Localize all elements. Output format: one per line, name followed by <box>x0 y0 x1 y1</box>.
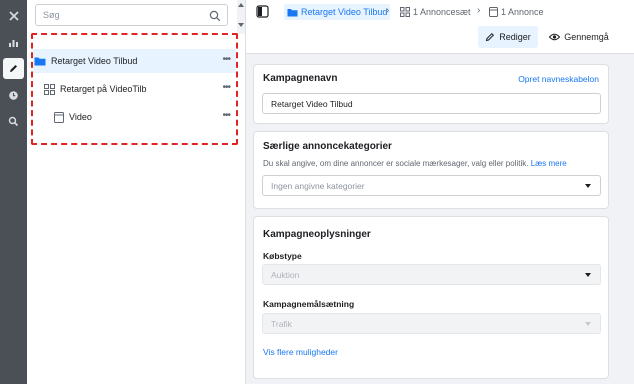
chevron-right-icon: › <box>477 5 481 16</box>
card-title: Særlige annoncekategorier <box>263 141 392 152</box>
folder-icon <box>287 8 298 17</box>
buy-type-value: Auktion <box>271 270 300 280</box>
edit-button-label: Rediger <box>499 32 531 42</box>
card-title: Kampagneoplysninger <box>263 229 371 240</box>
clock-icon[interactable] <box>3 85 24 106</box>
show-more-options-link[interactable]: Vis flere muligheder <box>263 347 338 357</box>
search-placeholder: Søg <box>43 10 60 20</box>
pencil-icon[interactable] <box>3 58 24 79</box>
icon-rail <box>0 0 27 384</box>
tree-item-label: Video <box>69 112 92 122</box>
main-content: Kampagnenavn Opret navneskabelon Retarge… <box>246 55 634 384</box>
breadcrumb-adset-label: 1 Annoncesæt <box>413 7 471 17</box>
campaign-name-card: Kampagnenavn Opret navneskabelon Retarge… <box>253 64 609 124</box>
breadcrumb-ad[interactable]: 1 Annonce <box>489 4 544 20</box>
breadcrumb-campaign[interactable]: Retarget Video Tilbud <box>284 4 391 20</box>
objective-label: Kampagnemålsætning <box>263 299 355 309</box>
ad-icon <box>54 111 64 123</box>
tree-item-ad[interactable]: Video ••• <box>33 105 236 129</box>
card-title: Kampagnenavn <box>263 73 338 84</box>
review-button-label: Gennemgå <box>564 32 609 42</box>
more-options-icon[interactable]: ••• <box>222 82 230 93</box>
scrollbar[interactable] <box>237 0 245 34</box>
objective-select[interactable]: Trafik <box>262 313 601 334</box>
special-categories-card: Særlige annoncekategorier Du skal angive… <box>253 131 609 209</box>
campaign-name-input[interactable]: Retarget Video Tilbud <box>262 93 601 114</box>
tree-item-campaign[interactable]: Retarget Video Tilbud ••• <box>33 49 236 73</box>
breadcrumb-ad-label: 1 Annonce <box>501 7 544 17</box>
close-icon[interactable] <box>3 5 24 26</box>
folder-icon <box>34 56 46 66</box>
buy-type-select[interactable]: Auktion <box>262 264 601 285</box>
more-options-icon[interactable]: ••• <box>222 54 230 65</box>
tree-item-label: Retarget på VideoTilb <box>60 84 147 94</box>
categories-placeholder: Ingen angivne kategorier <box>271 181 365 191</box>
ad-icon <box>489 7 498 17</box>
editor-header: Retarget Video Tilbud › 1 Annoncesæt › 1… <box>246 0 634 54</box>
grid-icon <box>400 7 410 17</box>
objective-value: Trafik <box>271 319 292 329</box>
scroll-down-icon[interactable] <box>238 23 244 27</box>
search-input[interactable]: Søg <box>35 4 228 26</box>
edit-button[interactable]: Rediger <box>478 26 538 48</box>
search-icon <box>209 9 221 27</box>
campaign-info-card: Kampagneoplysninger Købstype Auktion Kam… <box>253 216 609 379</box>
description-text: Du skal angive, om dine annoncer er soci… <box>263 159 529 168</box>
zoom-icon[interactable] <box>3 111 24 132</box>
scroll-up-icon[interactable] <box>238 3 244 7</box>
chevron-down-icon <box>585 322 591 326</box>
special-categories-select[interactable]: Ingen angivne kategorier <box>262 175 601 196</box>
chevron-down-icon <box>585 273 591 277</box>
more-options-icon[interactable]: ••• <box>222 110 230 121</box>
panel-toggle-icon[interactable] <box>256 5 269 23</box>
learn-more-link[interactable]: Læs mere <box>531 159 567 168</box>
tree-item-label: Retarget Video Tilbud <box>51 56 138 66</box>
chevron-down-icon <box>585 184 591 188</box>
create-name-template-link[interactable]: Opret navneskabelon <box>518 74 599 84</box>
review-button[interactable]: Gennemgå <box>546 26 612 48</box>
campaign-name-value: Retarget Video Tilbud <box>271 99 353 109</box>
grid-icon <box>44 83 55 95</box>
chart-icon[interactable] <box>3 32 24 53</box>
campaign-tree-panel: Søg Retarget Video Tilbud ••• Retarget p… <box>27 0 246 384</box>
buy-type-label: Købstype <box>263 251 302 261</box>
eye-icon <box>549 33 561 41</box>
tree-item-adset[interactable]: Retarget på VideoTilb ••• <box>33 77 236 101</box>
card-description: Du skal angive, om dine annoncer er soci… <box>263 159 567 168</box>
breadcrumb-campaign-label: Retarget Video Tilbud <box>301 7 388 17</box>
pencil-icon <box>486 32 495 42</box>
breadcrumb-adset[interactable]: 1 Annoncesæt <box>400 4 471 20</box>
chevron-right-icon: › <box>386 5 390 16</box>
